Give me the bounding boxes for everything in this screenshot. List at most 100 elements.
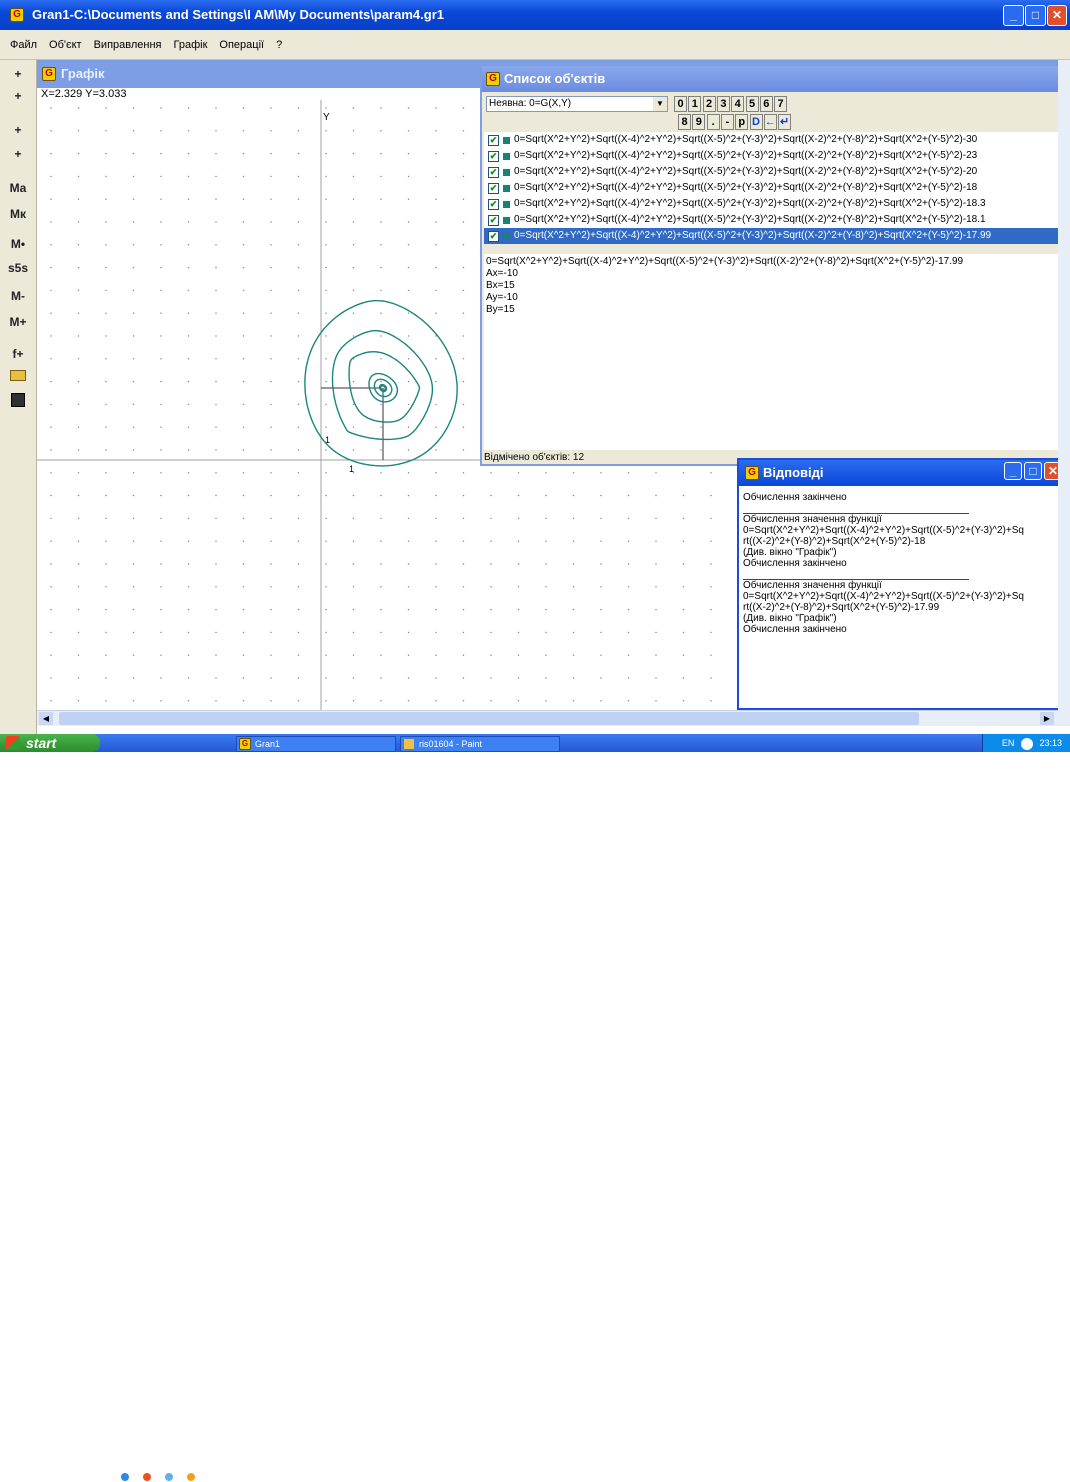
scroll-thumb[interactable] xyxy=(59,712,919,725)
scroll-left-icon[interactable]: ◀ xyxy=(39,712,53,725)
key-button[interactable]: 9 xyxy=(692,114,706,130)
maximize-button[interactable]: □ xyxy=(1025,5,1046,26)
object-checkbox[interactable]: ✔ xyxy=(488,134,499,146)
tool-button[interactable]: Mк xyxy=(4,202,32,226)
tool-button[interactable]: + xyxy=(4,84,32,108)
object-checkbox[interactable]: ✔ xyxy=(488,214,499,226)
close-button[interactable]: ✕ xyxy=(1047,5,1067,26)
answer-line: Обчислення закінчено xyxy=(743,558,847,569)
minimize-button[interactable]: _ xyxy=(1003,5,1024,26)
detail-line: Ax=-10 xyxy=(486,268,518,279)
object-formula: 0=Sqrt(X^2+Y^2)+Sqrt((X-4)^2+Y^2)+Sqrt((… xyxy=(514,230,992,241)
app-titlebar[interactable]: G Gran1-C:\Documents and Settings\I AM\M… xyxy=(0,0,1070,30)
object-checkbox[interactable]: ✔ xyxy=(488,166,499,178)
object-item[interactable]: ✔ 0=Sqrt(X^2+Y^2)+Sqrt((X-4)^2+Y^2)+Sqrt(… xyxy=(484,180,1066,196)
ie-icon[interactable] xyxy=(120,1472,130,1482)
windows-logo-icon xyxy=(6,736,20,750)
tool-button[interactable]: s5s xyxy=(4,256,32,280)
answers-log: Обчислення закінчено Обчислення значення … xyxy=(743,492,1063,635)
answer-line: 0=Sqrt(X^2+Y^2)+Sqrt((X-4)^2+Y^2)+Sqrt((… xyxy=(743,525,1024,536)
tool-button[interactable]: f+ xyxy=(4,342,32,366)
key-button[interactable]: ← xyxy=(763,114,777,130)
tool-button[interactable]: M+ xyxy=(4,310,32,334)
key-button[interactable]: 3 xyxy=(716,96,730,112)
key-button[interactable]: 8 xyxy=(678,114,691,130)
media-icon[interactable] xyxy=(164,1472,174,1482)
key-button[interactable]: 1 xyxy=(688,96,702,112)
language-indicator[interactable]: EN xyxy=(1002,738,1015,748)
key-button[interactable]: 7 xyxy=(774,96,788,112)
tool-button[interactable]: M- xyxy=(4,284,32,308)
app-icon: G xyxy=(10,8,24,22)
app-launch-icon[interactable] xyxy=(186,1472,196,1482)
tray-volume-icon[interactable] xyxy=(1020,737,1033,750)
tool-button[interactable]: + xyxy=(4,62,32,86)
answer-line: Обчислення закінчено xyxy=(743,492,847,503)
left-toolbar: + + + + Ma Mк M• s5s M- M+ f+ xyxy=(0,60,37,736)
task-label: Gran1 xyxy=(255,739,281,749)
object-item[interactable]: ✔ 0=Sqrt(X^2+Y^2)+Sqrt((X-4)^2+Y^2)+Sqrt(… xyxy=(484,148,1066,164)
detail-line: Bx=15 xyxy=(486,280,515,291)
menu-item[interactable]: Графік xyxy=(174,39,208,51)
tool-button[interactable]: + xyxy=(4,118,32,142)
answers-maximize-button[interactable]: □ xyxy=(1024,462,1042,480)
browser-icon[interactable] xyxy=(142,1472,152,1482)
object-list-icon: G xyxy=(486,72,500,86)
key-button[interactable]: ↵ xyxy=(778,114,792,130)
object-item[interactable]: ✔ 0=Sqrt(X^2+Y^2)+Sqrt((X-4)^2+Y^2)+Sqrt(… xyxy=(484,212,1066,228)
object-formula: 0=Sqrt(X^2+Y^2)+Sqrt((X-4)^2+Y^2)+Sqrt((… xyxy=(514,134,978,145)
tool-button[interactable]: + xyxy=(4,142,32,166)
key-button[interactable]: 5 xyxy=(745,96,759,112)
menu-item[interactable]: ? xyxy=(276,39,282,51)
key-button[interactable]: D xyxy=(749,114,763,130)
scroll-right-icon[interactable]: ▶ xyxy=(1040,712,1054,725)
tool-button[interactable]: Ma xyxy=(4,176,32,200)
object-checkbox[interactable]: ✔ xyxy=(488,182,499,194)
x-tick-label: 1 xyxy=(349,464,354,474)
answer-line: 0=Sqrt(X^2+Y^2)+Sqrt((X-4)^2+Y^2)+Sqrt((… xyxy=(743,591,1024,602)
taskbar-task-paint[interactable]: ris01604 - Paint xyxy=(400,736,560,752)
menu-item[interactable]: Виправлення xyxy=(94,39,162,51)
key-button[interactable]: 2 xyxy=(702,96,716,112)
key-button[interactable]: 0 xyxy=(674,96,687,112)
object-list-titlebar[interactable]: G Список об'єктів xyxy=(482,66,1068,92)
object-item[interactable]: ✔ 0=Sqrt(X^2+Y^2)+Sqrt((X-4)^2+Y^2)+Sqrt(… xyxy=(484,132,1066,148)
answer-line: (Див. вікно "Графік") xyxy=(743,613,837,624)
object-item[interactable]: ✔ 0=Sqrt(X^2+Y^2)+Sqrt((X-4)^2+Y^2)+Sqrt(… xyxy=(484,228,1066,244)
menu-item[interactable]: Об'єкт xyxy=(49,39,82,51)
object-formula: 0=Sqrt(X^2+Y^2)+Sqrt((X-4)^2+Y^2)+Sqrt((… xyxy=(514,150,978,161)
key-button[interactable]: . xyxy=(706,114,720,130)
object-checkbox[interactable]: ✔ xyxy=(488,150,499,162)
menu-item[interactable]: Операції xyxy=(219,39,264,51)
start-button[interactable]: start xyxy=(0,734,100,752)
object-detail: 0=Sqrt(X^2+Y^2)+Sqrt((X-4)^2+Y^2)+Sqrt((… xyxy=(484,254,1066,450)
object-type-select[interactable]: Неявна: 0=G(X,Y) ▼ xyxy=(486,96,668,112)
object-checkbox[interactable]: ✔ xyxy=(488,198,499,210)
object-list-title: Список об'єктів xyxy=(504,71,606,86)
open-folder-icon[interactable] xyxy=(4,364,32,388)
menu-item[interactable]: Файл xyxy=(10,39,37,51)
object-formula: 0=Sqrt(X^2+Y^2)+Sqrt((X-4)^2+Y^2)+Sqrt((… xyxy=(514,214,986,225)
object-item[interactable]: ✔ 0=Sqrt(X^2+Y^2)+Sqrt((X-4)^2+Y^2)+Sqrt(… xyxy=(484,196,1066,212)
horizontal-scrollbar[interactable]: ◀ ▶ xyxy=(37,710,1060,726)
vertical-scrollbar[interactable] xyxy=(1058,60,1070,726)
object-formula: 0=Sqrt(X^2+Y^2)+Sqrt((X-4)^2+Y^2)+Sqrt((… xyxy=(514,166,978,177)
menu-bar: Файл Об'єкт Виправлення Графік Операції? xyxy=(0,30,1070,60)
chevron-down-icon[interactable]: ▼ xyxy=(653,97,667,111)
graph-window-icon: G xyxy=(42,67,56,81)
key-button[interactable]: p xyxy=(735,114,749,130)
save-disk-icon[interactable] xyxy=(4,388,32,412)
start-label: start xyxy=(26,735,57,751)
key-button[interactable]: 6 xyxy=(759,96,773,112)
answer-line: (Див. вікно "Графік") xyxy=(743,547,837,558)
key-button[interactable]: - xyxy=(720,114,734,130)
object-checkbox[interactable]: ✔ xyxy=(488,230,499,242)
answers-minimize-button[interactable]: _ xyxy=(1004,462,1022,480)
answers-title: Відповіді xyxy=(763,465,824,480)
color-swatch xyxy=(503,168,510,176)
key-button[interactable]: 4 xyxy=(731,96,745,112)
tool-button[interactable]: M• xyxy=(4,232,32,256)
object-item[interactable]: ✔ 0=Sqrt(X^2+Y^2)+Sqrt((X-4)^2+Y^2)+Sqrt(… xyxy=(484,164,1066,180)
taskbar-task-gran1[interactable]: G Gran1 xyxy=(236,736,396,752)
object-formula: 0=Sqrt(X^2+Y^2)+Sqrt((X-4)^2+Y^2)+Sqrt((… xyxy=(514,182,978,193)
